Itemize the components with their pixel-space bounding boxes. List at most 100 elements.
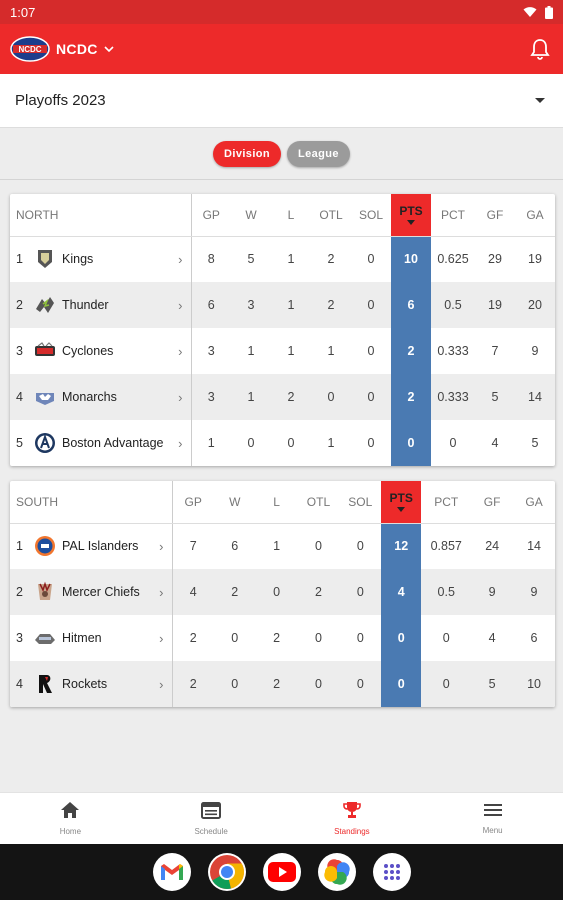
photos-icon[interactable] (317, 853, 356, 891)
stat-l: 0 (255, 569, 298, 615)
team-name: Thunder (62, 298, 109, 312)
kings-logo-icon (34, 248, 56, 270)
col-l[interactable]: L (271, 194, 311, 237)
stat-w: 0 (213, 661, 256, 707)
table-row[interactable]: 3 Cyclones › 3 1 1 1 0 2 0.333 7 9 (10, 328, 555, 374)
stat-pct: 0 (442, 631, 450, 645)
stat-ga: 9 (513, 569, 555, 615)
stat-sol: 0 (356, 631, 364, 645)
col-w[interactable]: W (231, 194, 271, 237)
col-ga[interactable]: GA (513, 481, 555, 524)
stat-pts: 6 (391, 282, 431, 328)
view-toggle: Division League (0, 128, 563, 180)
table-row[interactable]: 1 PAL Islanders › 7 6 1 0 0 12 0.857 24 … (10, 523, 555, 569)
youtube-icon[interactable] (262, 853, 301, 891)
chevron-right-icon: › (159, 630, 164, 646)
logo-text: NCDC (18, 45, 41, 54)
rank: 5 (16, 436, 23, 450)
stat-pts: 0 (391, 420, 431, 466)
stat-pct: 0.333 (437, 344, 469, 358)
stat-ga: 19 (528, 252, 542, 267)
nav-menu[interactable]: Menu (422, 793, 563, 844)
ncdc-logo[interactable]: NCDC (10, 35, 50, 63)
col-otl[interactable]: OTL (297, 481, 340, 524)
rank: 1 (16, 252, 23, 267)
stat-sol: 0 (356, 539, 364, 554)
team-name: Monarchs (62, 390, 117, 404)
nav-standings[interactable]: Standings (282, 793, 423, 844)
nav-schedule[interactable]: Schedule (141, 793, 282, 844)
menu-icon (483, 802, 503, 823)
col-gf[interactable]: GF (471, 481, 514, 524)
stat-otl: 1 (327, 436, 335, 450)
table-row[interactable]: 2 Thunder › 6 3 1 2 0 6 0.5 19 20 (10, 282, 555, 328)
stat-pct: 0 (449, 436, 457, 450)
sort-desc-icon (407, 220, 415, 226)
col-gf[interactable]: GF (475, 194, 515, 237)
chevron-right-icon: › (159, 538, 164, 554)
trophy-icon (342, 801, 362, 824)
stat-pts: 4 (381, 569, 422, 615)
nav-home[interactable]: Home (0, 793, 141, 844)
stat-gf: 7 (491, 344, 499, 358)
col-gp[interactable]: GP (191, 194, 231, 237)
stat-ga: 6 (530, 631, 538, 645)
stat-gp: 4 (172, 569, 214, 615)
bell-icon[interactable] (527, 36, 553, 62)
season-dropdown[interactable]: Playoffs 2023 (0, 74, 563, 128)
col-pts[interactable]: PTS (391, 194, 431, 237)
stat-sol: 0 (367, 436, 375, 450)
table-row[interactable]: 1 Kings › 8 5 1 2 0 10 0.625 29 19 (10, 236, 555, 282)
col-ga[interactable]: GA (515, 194, 555, 237)
stat-otl: 0 (314, 631, 322, 645)
stat-gp: 2 (172, 661, 214, 707)
stat-ga: 10 (513, 661, 555, 707)
hitmen-logo-icon (34, 627, 56, 649)
stat-otl: 2 (311, 282, 351, 328)
stat-otl: 2 (297, 569, 340, 615)
status-time: 1:07 (10, 4, 36, 20)
col-otl[interactable]: OTL (311, 194, 351, 237)
gmail-icon[interactable] (152, 853, 191, 891)
col-sol[interactable]: SOL (351, 194, 391, 237)
team-name: Kings (62, 252, 94, 267)
stat-gf: 4 (491, 436, 499, 450)
stat-l: 2 (271, 374, 311, 420)
league-toggle-button[interactable]: League (287, 140, 350, 167)
chevron-right-icon: › (159, 584, 164, 600)
stat-gf: 24 (485, 539, 500, 554)
chrome-icon[interactable] (207, 853, 246, 891)
table-row[interactable]: 4 Monarchs › 3 1 2 0 0 2 0.333 5 14 (10, 374, 555, 420)
pal-islanders-logo-icon (34, 535, 56, 557)
col-gp[interactable]: GP (172, 481, 214, 524)
stat-sol: 0 (351, 282, 391, 328)
wifi-icon (523, 6, 537, 18)
stat-w: 1 (231, 374, 271, 420)
stat-pct: 0.5 (421, 569, 472, 615)
division-toggle-button[interactable]: Division (213, 140, 282, 167)
chevron-down-icon[interactable] (104, 45, 114, 53)
table-row[interactable]: 2 Mercer Chiefs › 4 2 0 2 0 4 0.5 9 9 (10, 569, 555, 615)
chevron-right-icon: › (178, 435, 183, 451)
table-row[interactable]: 3 Hitmen › 2 0 2 0 0 0 0 4 6 (10, 615, 555, 661)
stat-ga: 14 (527, 539, 541, 554)
stat-l: 1 (287, 252, 295, 267)
table-row[interactable]: 4 Rockets › 2 0 2 0 0 0 0 5 10 (10, 661, 555, 707)
stat-pct: 0 (421, 661, 472, 707)
stat-pts: 0 (381, 615, 422, 661)
col-l[interactable]: L (255, 481, 298, 524)
league-title[interactable]: NCDC (56, 41, 98, 57)
stat-l: 0 (287, 436, 295, 450)
stat-gp: 8 (207, 252, 215, 267)
table-row[interactable]: 5 Boston Advantage › 1 0 0 1 0 0 0 4 5 (10, 420, 555, 466)
apps-icon[interactable] (372, 853, 411, 891)
chevron-right-icon: › (178, 297, 183, 313)
stat-sol: 0 (367, 252, 375, 267)
col-pct[interactable]: PCT (421, 481, 472, 524)
col-pct[interactable]: PCT (431, 194, 475, 237)
col-sol[interactable]: SOL (339, 481, 382, 524)
team-name: PAL Islanders (62, 539, 139, 554)
col-pts[interactable]: PTS (381, 481, 422, 524)
col-w[interactable]: W (213, 481, 256, 524)
stat-gp: 3 (207, 344, 215, 358)
